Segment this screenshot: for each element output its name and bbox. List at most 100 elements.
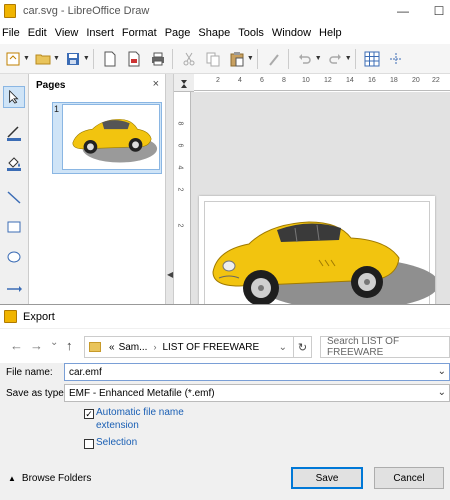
chevron-up-icon: ▲: [8, 474, 16, 483]
save-as-type-dropdown-icon[interactable]: ⌄: [438, 387, 446, 398]
ruler-tick: 8: [176, 121, 184, 126]
toolbar-separator: [354, 48, 356, 69]
templates-icon[interactable]: [2, 48, 24, 70]
collapse-arrow-icon[interactable]: ◀: [167, 270, 173, 279]
undo-dropdown-icon[interactable]: ▼: [315, 55, 322, 62]
export-dialog: Export ← → ⌄ ↑ « Sam... › LIST OF FREEWA…: [0, 304, 450, 500]
chevron-right-icon[interactable]: ›: [153, 342, 156, 352]
line-color-icon[interactable]: [3, 122, 25, 144]
cancel-button[interactable]: Cancel: [374, 467, 444, 489]
menu-help[interactable]: Help: [317, 27, 348, 39]
file-name-dropdown-icon[interactable]: ⌄: [438, 366, 446, 377]
ruler-tick: 2: [176, 187, 184, 192]
title-bar: car.svg - LibreOffice Draw — ☐: [0, 0, 450, 22]
connector-tool-icon[interactable]: [3, 278, 25, 300]
drawing-toolbar: [0, 74, 29, 304]
pages-pane: Pages × 1: [30, 74, 166, 304]
draw-app-icon: [4, 4, 16, 18]
ruler-tick: 6: [260, 77, 264, 84]
save-button[interactable]: Save: [291, 467, 363, 489]
page-number: 1: [54, 104, 60, 114]
ruler-tick: 18: [390, 77, 398, 84]
up-folder-arrow-icon[interactable]: ↑: [66, 338, 73, 353]
dialog-title: Export: [23, 310, 55, 323]
refresh-icon[interactable]: ↻: [293, 337, 311, 357]
selection-label[interactable]: Selection: [96, 437, 137, 449]
ruler-tick: 2: [216, 77, 220, 84]
redo-dropdown-icon[interactable]: ▼: [345, 55, 352, 62]
menu-edit[interactable]: Edit: [26, 27, 53, 39]
address-dropdown-icon[interactable]: ⌄: [279, 342, 287, 353]
close-pane-icon[interactable]: ×: [153, 78, 159, 90]
menu-format[interactable]: Format: [120, 27, 163, 39]
select-arrow-icon[interactable]: [3, 86, 25, 108]
clone-formatting-icon[interactable]: [263, 48, 285, 70]
fill-color-icon[interactable]: [3, 152, 25, 174]
automatic-extension-label-line2[interactable]: extension: [96, 420, 139, 432]
ruler-tick: 6: [176, 143, 184, 148]
menu-tools[interactable]: Tools: [236, 27, 270, 39]
ellipse-tool-icon[interactable]: [3, 246, 25, 268]
ruler-tick: 8: [282, 77, 286, 84]
print-icon[interactable]: [147, 48, 169, 70]
tab-stop-icon[interactable]: [174, 74, 194, 92]
folder-icon: [89, 342, 101, 352]
undo-icon[interactable]: [294, 48, 316, 70]
menu-view[interactable]: View: [53, 27, 85, 39]
selection-checkbox[interactable]: [84, 439, 94, 449]
address-segment-sam[interactable]: Sam...: [119, 342, 148, 353]
helplines-icon[interactable]: [385, 48, 407, 70]
file-name-field[interactable]: car.emf ⌄: [64, 363, 450, 381]
templates-dropdown-icon[interactable]: ▼: [23, 55, 30, 62]
paste-icon[interactable]: [226, 48, 248, 70]
address-bar[interactable]: « Sam... › LIST OF FREEWARE ⌄ ↻: [84, 336, 312, 358]
back-arrow-icon[interactable]: ←: [10, 338, 23, 353]
recent-locations-dropdown-icon[interactable]: ⌄: [50, 337, 58, 348]
save-as-type-select[interactable]: EMF - Enhanced Metafile (*.emf) ⌄: [64, 384, 450, 402]
file-name-label: File name:: [6, 367, 53, 378]
ruler-tick: 14: [346, 77, 354, 84]
toolbar-separator: [92, 48, 94, 69]
menu-file[interactable]: File: [0, 27, 26, 39]
page-thumbnail[interactable]: [62, 104, 160, 170]
menu-page[interactable]: Page: [163, 27, 197, 39]
grid-icon[interactable]: [361, 48, 383, 70]
rectangle-tool-icon[interactable]: [3, 216, 25, 238]
draw-page[interactable]: [199, 196, 435, 316]
save-dropdown-icon[interactable]: ▼: [83, 55, 90, 62]
menu-shape[interactable]: Shape: [196, 27, 236, 39]
ruler-tick: 10: [302, 77, 310, 84]
car-image[interactable]: [199, 204, 435, 316]
open-folder-icon[interactable]: [32, 48, 54, 70]
automatic-extension-checkbox[interactable]: ✓: [84, 409, 94, 419]
cut-icon[interactable]: [178, 48, 200, 70]
minimize-button[interactable]: —: [388, 0, 418, 22]
menu-window[interactable]: Window: [270, 27, 317, 39]
address-segment-list-of-freeware[interactable]: LIST OF FREEWARE: [162, 342, 259, 353]
ruler-tick: 4: [176, 165, 184, 170]
save-icon[interactable]: [62, 48, 84, 70]
automatic-extension-label[interactable]: Automatic file name: [96, 407, 184, 419]
redo-icon[interactable]: [324, 48, 346, 70]
menu-bar: File Edit View Insert Format Page Shape …: [0, 22, 450, 44]
drawing-canvas[interactable]: [191, 92, 450, 316]
address-overflow[interactable]: «: [109, 342, 115, 353]
open-dropdown-icon[interactable]: ▼: [53, 55, 60, 62]
ruler-corner: [174, 74, 194, 92]
pane-splitter[interactable]: ◀: [166, 74, 174, 304]
window-title: car.svg - LibreOffice Draw: [23, 5, 150, 17]
copy-icon[interactable]: [202, 48, 224, 70]
search-input[interactable]: Search LIST OF FREEWARE: [320, 336, 450, 358]
browse-folders-toggle[interactable]: ▲ Browse Folders: [8, 473, 91, 484]
vertical-ruler[interactable]: 8 6 4 2 2: [174, 92, 191, 304]
export-pdf-icon[interactable]: [123, 48, 145, 70]
forward-arrow-icon[interactable]: →: [30, 338, 43, 353]
export-icon[interactable]: [99, 48, 121, 70]
horizontal-ruler[interactable]: 2 4 6 8 10 12 14 16 18 20 22: [194, 74, 450, 91]
browse-folders-label: Browse Folders: [21, 473, 92, 484]
menu-insert[interactable]: Insert: [84, 27, 120, 39]
navigation-row: ← → ⌄ ↑ « Sam... › LIST OF FREEWARE ⌄ ↻ …: [0, 329, 450, 363]
line-tool-icon[interactable]: [3, 186, 25, 208]
maximize-button[interactable]: ☐: [424, 0, 450, 22]
paste-dropdown-icon[interactable]: ▼: [247, 55, 254, 62]
